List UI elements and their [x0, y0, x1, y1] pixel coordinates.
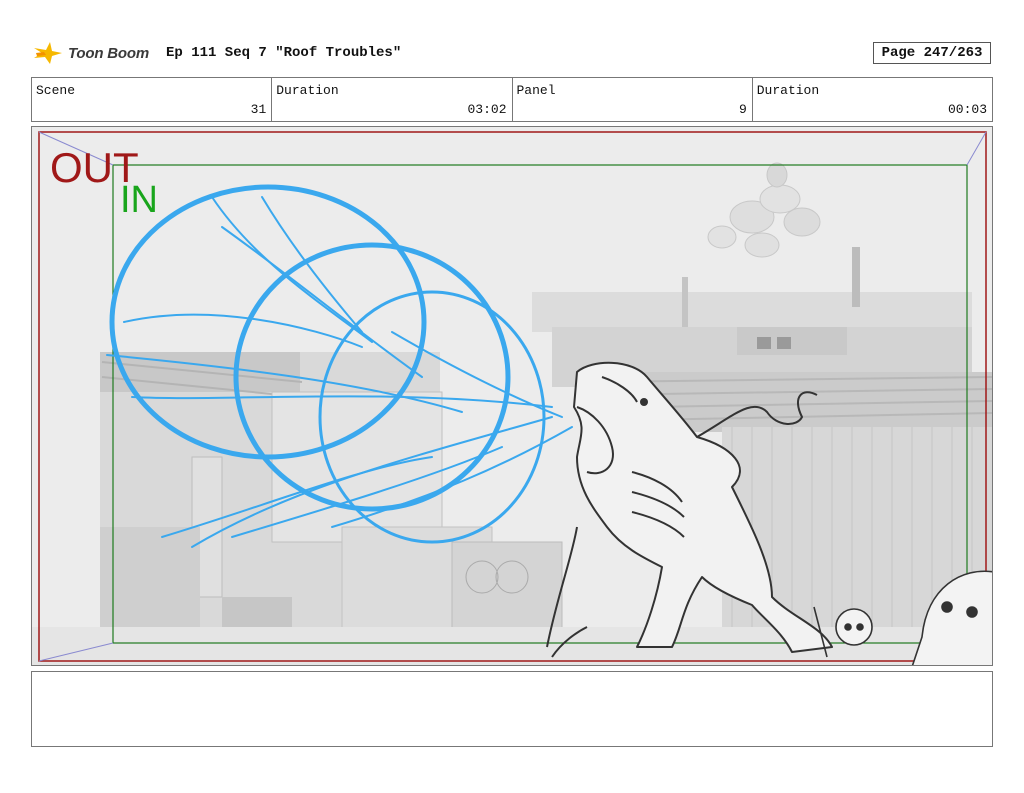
panel-artwork	[32, 127, 992, 665]
scene-duration-cell: Duration 03:02	[272, 78, 513, 121]
scene-label: Scene	[36, 83, 76, 98]
panel-value: 9	[738, 102, 747, 117]
in-frame-label: IN	[120, 179, 158, 221]
scene-duration-label: Duration	[276, 83, 339, 98]
scene-value: 31	[250, 102, 267, 117]
document-title: Ep 111 Seq 7 "Roof Troubles"	[166, 45, 402, 61]
scene-duration-value: 03:02	[467, 102, 507, 117]
panel-label: Panel	[516, 83, 556, 98]
scene-cell: Scene 31	[32, 78, 273, 121]
storyboard-panel: OUT IN	[31, 126, 993, 666]
panel-duration-value: 00:03	[947, 102, 987, 117]
panel-duration-cell: Duration 00:03	[753, 78, 992, 121]
panel-cell: Panel 9	[513, 78, 753, 121]
panel-duration-label: Duration	[756, 83, 820, 98]
logo-star-icon	[34, 42, 62, 64]
info-row: Scene 31 Duration 03:02 Panel 9 Duration…	[31, 77, 993, 122]
panel-notes-box[interactable]	[31, 671, 993, 747]
page-number: Page 247/263	[873, 42, 991, 64]
toon-boom-logo: Toon Boom	[32, 38, 164, 68]
logo-text: Toon Boom	[68, 44, 149, 62]
